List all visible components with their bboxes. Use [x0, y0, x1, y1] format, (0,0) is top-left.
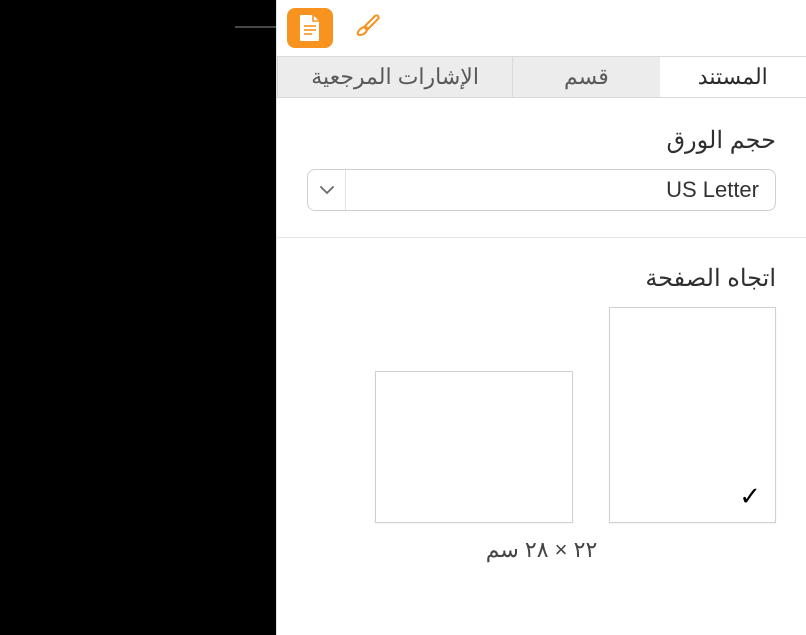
- orientation-options: ✓: [307, 307, 776, 523]
- checkmark-icon: ✓: [739, 481, 761, 512]
- orientation-portrait[interactable]: ✓: [609, 307, 776, 523]
- tab-label: الإشارات المرجعية: [311, 64, 479, 90]
- tab-bookmarks[interactable]: الإشارات المرجعية: [277, 57, 512, 97]
- paper-size-value: US Letter: [346, 177, 775, 203]
- inspector-toolbar: [277, 0, 806, 56]
- paper-size-label: حجم الورق: [307, 126, 776, 155]
- paintbrush-icon: [353, 13, 383, 43]
- chevron-down-icon: [308, 170, 346, 210]
- document-icon: [298, 14, 322, 42]
- section-divider: [277, 237, 806, 238]
- callout-line: [235, 26, 277, 28]
- paper-size-select[interactable]: US Letter: [307, 169, 776, 211]
- document-tab-content: حجم الورق US Letter اتجاه الصفحة ✓ ٢٢ × …: [277, 98, 806, 563]
- orientation-landscape[interactable]: [375, 371, 573, 523]
- orientation-label: اتجاه الصفحة: [307, 264, 776, 293]
- format-inspector-button[interactable]: [345, 8, 391, 48]
- inspector-tabs: الإشارات المرجعية قسم المستند: [277, 56, 806, 98]
- document-inspector-button[interactable]: [287, 8, 333, 48]
- tab-document[interactable]: المستند: [660, 57, 806, 97]
- tab-section[interactable]: قسم: [512, 57, 659, 97]
- page-dimensions: ٢٢ × ٢٨ سم: [307, 537, 776, 563]
- inspector-panel: الإشارات المرجعية قسم المستند حجم الورق …: [276, 0, 806, 635]
- tab-label: قسم: [564, 64, 609, 90]
- tab-label: المستند: [698, 64, 768, 90]
